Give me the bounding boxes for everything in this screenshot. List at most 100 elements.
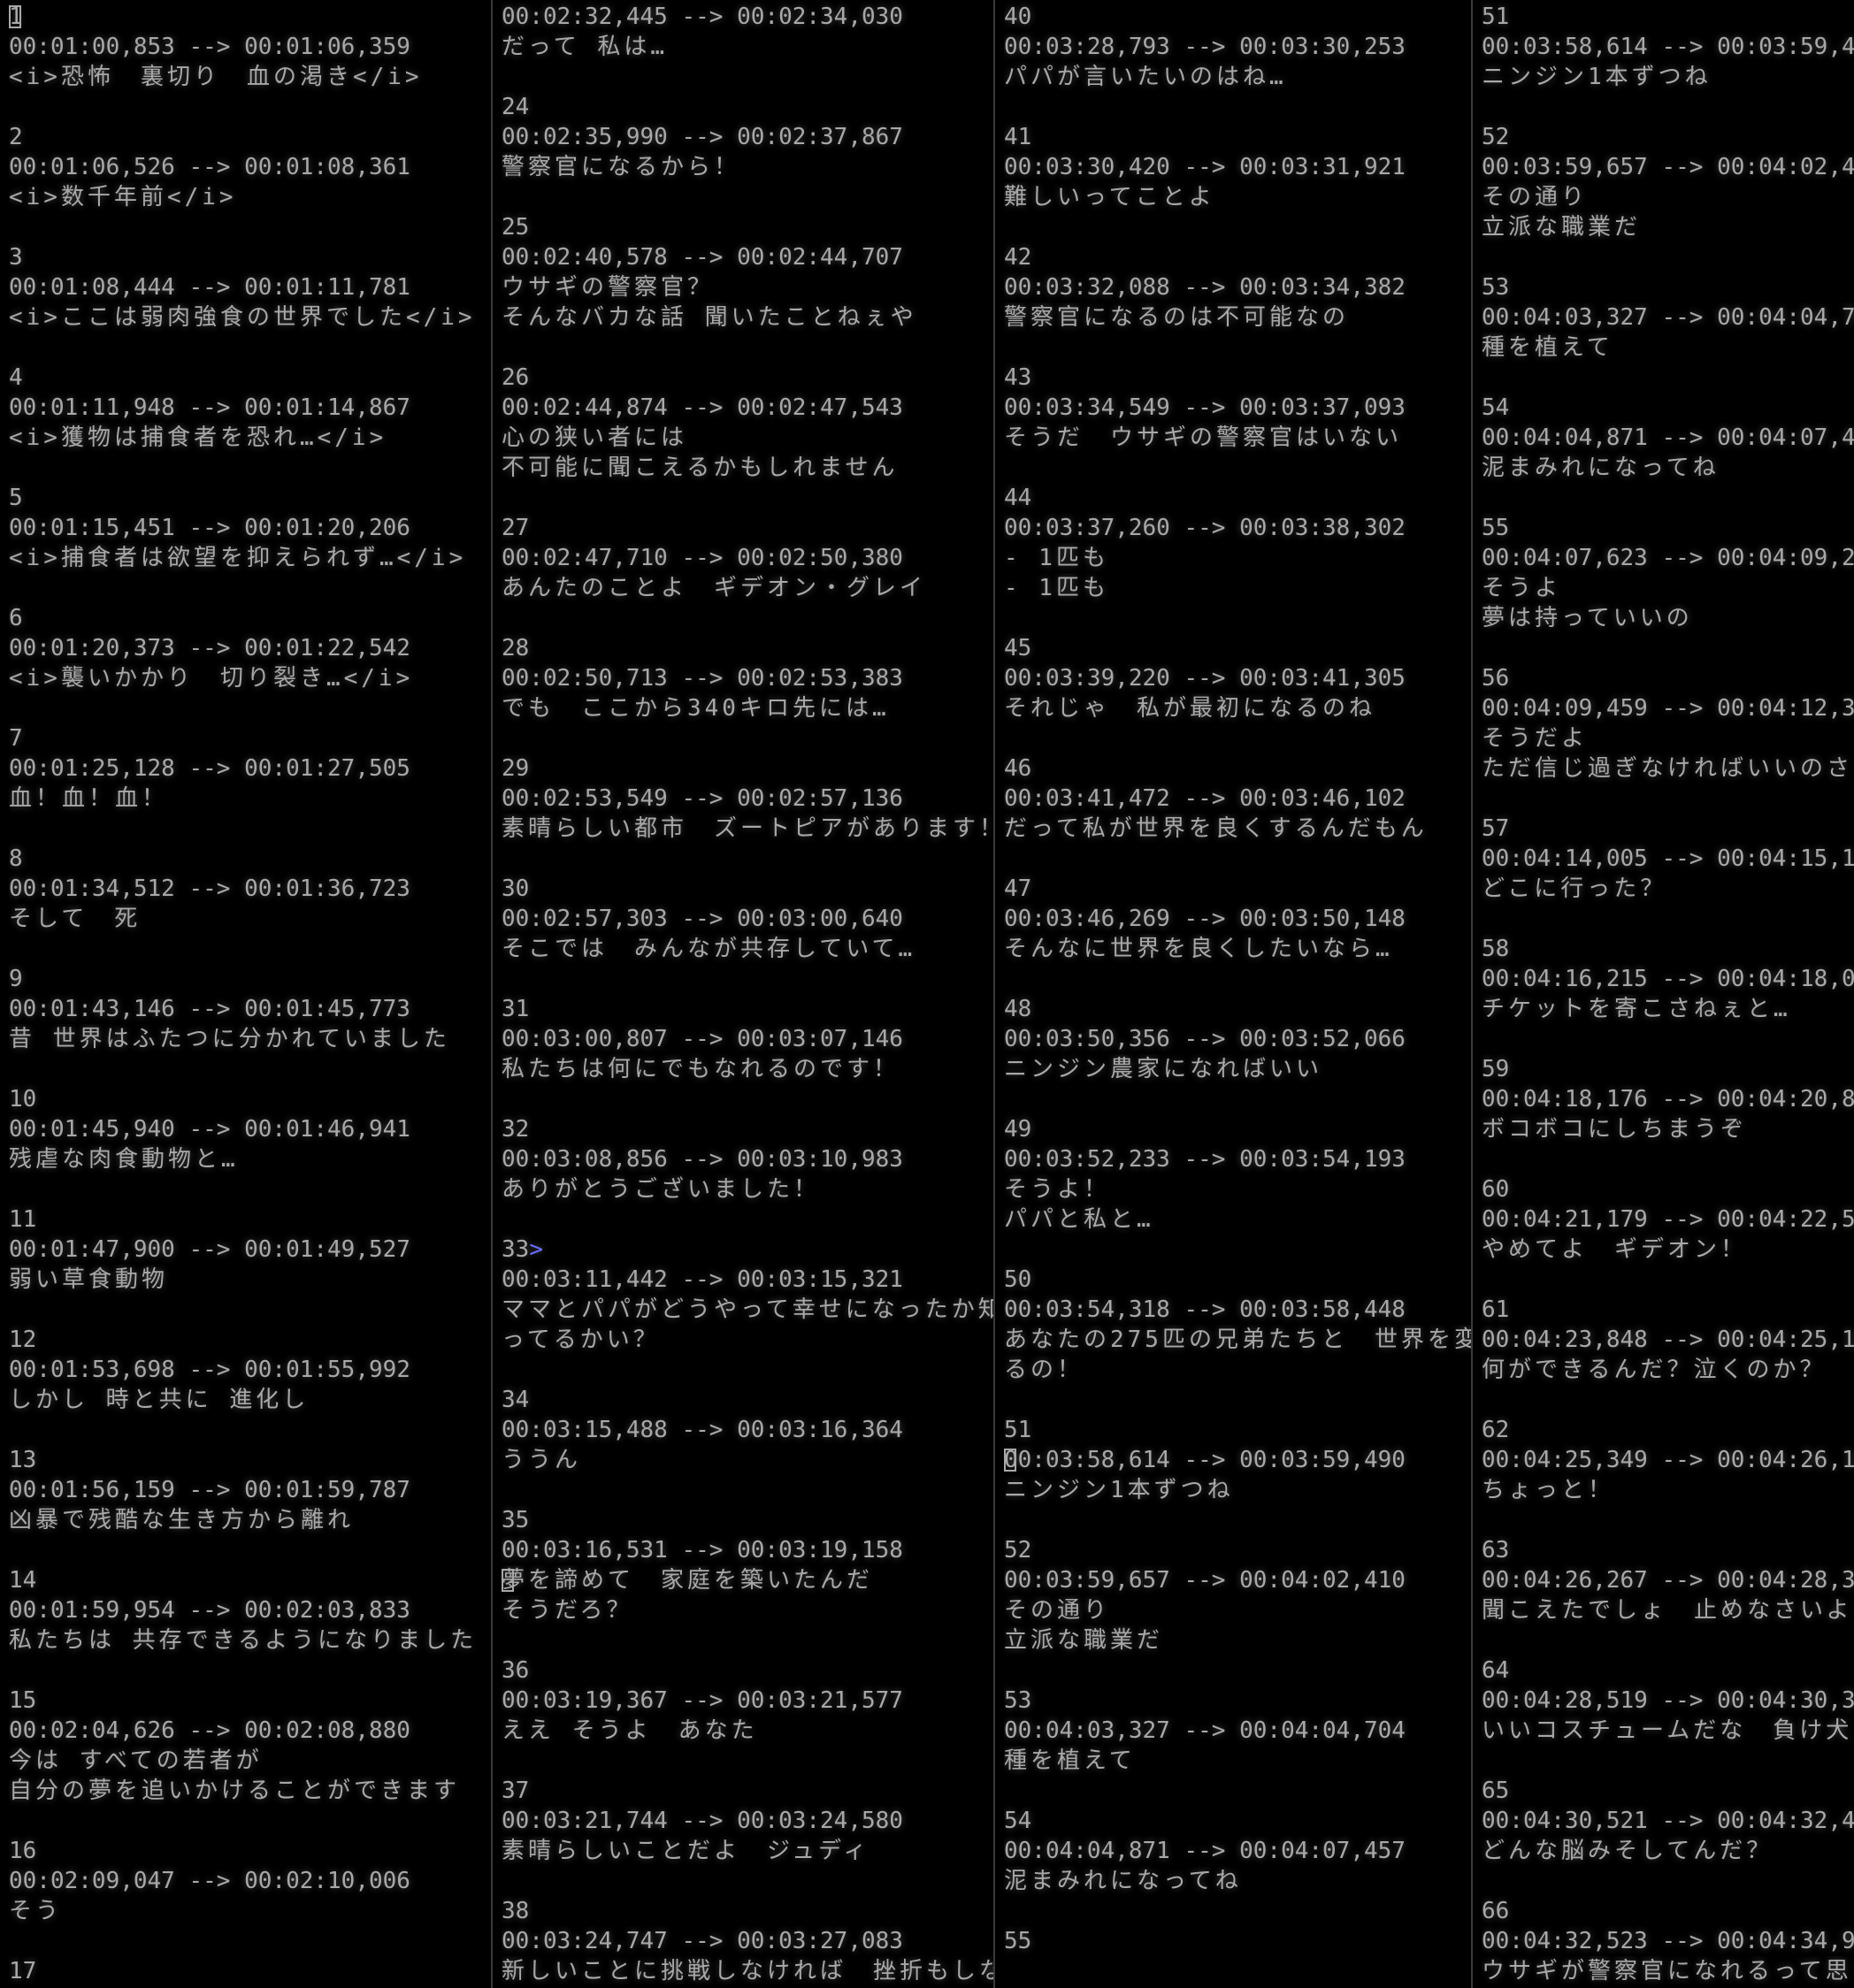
subtitle-text: チケットを寄こさねぇと… xyxy=(1482,996,1791,1022)
text-cursor xyxy=(502,1569,514,1592)
editor-pane-4[interactable]: 51 00:03:58,614 --> 00:03:59,490 ニンジン1本ずつね… xyxy=(1471,0,1854,1988)
subtitle-index: 58 xyxy=(1482,936,1510,962)
subtitle-index: 51 xyxy=(1482,4,1510,30)
subtitle-text: パパが言いたいのはね… xyxy=(1004,64,1287,90)
subtitle-index: 32 xyxy=(502,1116,530,1143)
subtitle-timestamp: 00:01:08,444 --> 00:01:11,781 xyxy=(9,274,410,301)
line-wrap-marker: > xyxy=(529,1236,543,1263)
subtitle-timestamp: 00:04:21,179 --> 00:04:22,597 xyxy=(1482,1206,1854,1233)
subtitle-timestamp: 00:03:15,488 --> 00:03:16,364 xyxy=(502,1417,903,1443)
subtitle-timestamp: 00:03:00,807 --> 00:03:07,146 xyxy=(502,1026,903,1052)
subtitle-index: 55 xyxy=(1482,515,1510,541)
subtitle-text: 素晴らしい都市 ズートピアがあります！ xyxy=(502,815,993,842)
subtitle-timestamp: 00:01:06,526 --> 00:01:08,361 xyxy=(9,154,410,180)
subtitle-text: 心の狭い者には xyxy=(502,424,688,451)
subtitle-text: 難しいってことよ xyxy=(1004,184,1215,210)
subtitle-index: 37 xyxy=(502,1778,530,1804)
subtitle-timestamp: 00:01:25,128 --> 00:01:27,505 xyxy=(9,755,410,782)
subtitle-text: 種を植えて xyxy=(1004,1747,1136,1774)
subtitle-text: やめてよ ギデオン！ xyxy=(1482,1236,1748,1263)
subtitle-text: ただ信じ過ぎなければいいのさ xyxy=(1482,755,1854,782)
subtitle-text: <i>数千年前</i> xyxy=(9,184,237,210)
subtitle-index: 11 xyxy=(9,1206,37,1233)
subtitle-index: 14 xyxy=(9,1567,37,1594)
subtitle-timestamp: 00:01:47,900 --> 00:01:49,527 xyxy=(9,1236,410,1263)
subtitle-text: どこに行った？ xyxy=(1482,875,1667,902)
subtitle-text: 昔 世界はふたつに分かれていました xyxy=(9,1026,450,1052)
subtitle-timestamp: 00:01:56,159 --> 00:01:59,787 xyxy=(9,1477,410,1503)
subtitle-timestamp: 00:01:59,954 --> 00:02:03,833 xyxy=(9,1597,410,1624)
subtitle-index: 52 xyxy=(1482,124,1510,150)
subtitle-timestamp: 00:04:30,521 --> 00:04:32,440 xyxy=(1482,1808,1854,1834)
subtitle-text: そんなに世界を良くしたいなら… xyxy=(1004,936,1393,962)
subtitle-index: 31 xyxy=(502,996,530,1022)
subtitle-index: 61 xyxy=(1482,1296,1510,1323)
subtitle-index: 64 xyxy=(1482,1657,1510,1684)
subtitle-index: 65 xyxy=(1482,1778,1510,1804)
editor-pane-1[interactable]: 1 00:01:00,853 --> 00:01:06,359 <i>恐怖 裏切り … xyxy=(0,0,491,1988)
subtitle-text: - 1匹も xyxy=(1004,545,1109,571)
subtitle-index: 41 xyxy=(1004,124,1032,150)
subtitle-text: ニンジン1本ずつね xyxy=(1482,64,1712,90)
subtitle-timestamp: 00:01:43,146 --> 00:01:45,773 xyxy=(9,996,410,1022)
subtitle-timestamp: 00:04:26,267 --> 00:04:28,311 xyxy=(1482,1567,1854,1594)
subtitle-timestamp: 00:03:59,657 --> 00:04:02,410 xyxy=(1004,1567,1406,1594)
subtitle-timestamp: 00:03:52,233 --> 00:03:54,193 xyxy=(1004,1146,1406,1173)
subtitle-index: 13 xyxy=(9,1447,37,1473)
subtitle-index: 30 xyxy=(502,875,530,902)
subtitle-index: 62 xyxy=(1482,1417,1510,1443)
subtitle-text: 素晴らしいことだよ ジュディ xyxy=(502,1838,870,1864)
subtitle-text: 今は すべての若者が xyxy=(9,1747,263,1774)
subtitle-text: ウサギが警察官になれるって思う xyxy=(1482,1958,1854,1984)
editor-pane-3[interactable]: 40 00:03:28,793 --> 00:03:30,253 パパが言いたいのは… xyxy=(993,0,1471,1988)
subtitle-text: 警察官になるから！ xyxy=(502,154,741,180)
subtitle-index: 9 xyxy=(9,966,23,992)
subtitle-text: ううん xyxy=(502,1447,582,1473)
subtitle-timestamp: 00:03:34,549 --> 00:03:37,093 xyxy=(1004,394,1406,421)
subtitle-index: 59 xyxy=(1482,1056,1510,1082)
subtitle-timestamp: 00:02:35,990 --> 00:02:37,867 xyxy=(502,124,903,150)
subtitle-text: 私たちは何にでもなれるのです！ xyxy=(502,1056,900,1082)
subtitle-index: 8 xyxy=(9,845,23,872)
subtitle-timestamp: 00:03:39,220 --> 00:03:41,305 xyxy=(1004,665,1406,692)
subtitle-index: 49 xyxy=(1004,1116,1032,1143)
subtitle-text: 警察官になるのは不可能なの xyxy=(1004,304,1350,331)
subtitle-index: 12 xyxy=(9,1327,37,1353)
subtitle-timestamp: 00:04:16,215 --> 00:04:18,009 xyxy=(1482,966,1854,992)
subtitle-text: <i>獲物は捕食者を恐れ…</i> xyxy=(9,424,387,451)
subtitle-timestamp: 00:01:53,698 --> 00:01:55,992 xyxy=(9,1357,410,1383)
subtitle-timestamp: 00:03:37,260 --> 00:03:38,302 xyxy=(1004,515,1406,541)
subtitle-timestamp: 00:03:28,793 --> 00:03:30,253 xyxy=(1004,34,1406,60)
subtitle-text: 私たちは 共存できるようになりました xyxy=(9,1627,478,1654)
subtitle-text: あなたの275匹の兄弟たちと 世界を変え xyxy=(1004,1327,1471,1353)
subtitle-text: そんなバカな話 聞いたことねぇや xyxy=(502,304,917,331)
subtitle-timestamp: 00:01:20,373 --> 00:01:22,542 xyxy=(9,635,410,661)
subtitle-timestamp: 00:04:07,623 --> 00:04:09,292 xyxy=(1482,545,1854,571)
subtitle-text: 泥まみれになってね xyxy=(1482,455,1720,481)
editor-pane-2[interactable]: 00:02:32,445 --> 00:02:34,030 だって 私は… 24 00… xyxy=(491,0,993,1988)
